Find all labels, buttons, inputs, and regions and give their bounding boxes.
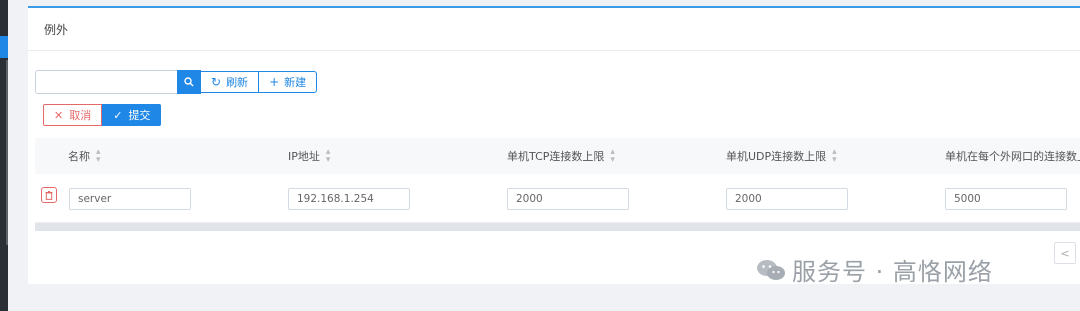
panel-title: 例外 [44, 22, 69, 37]
name-field[interactable]: server [69, 188, 191, 210]
horizontal-scrollbar[interactable] [35, 223, 1080, 231]
column-header-name[interactable]: 名称 ▴ ▾ [68, 138, 101, 174]
nav-active-indicator [0, 36, 8, 58]
delete-row-button[interactable] [41, 187, 57, 203]
column-header-tcp-limit[interactable]: 单机TCP连接数上限 ▴ ▾ [507, 138, 615, 174]
column-header-udp-limit[interactable]: 单机UDP连接数上限 ▴ ▾ [726, 138, 837, 174]
edit-actions: ✕ 取消 ✓ 提交 [43, 104, 162, 126]
refresh-button[interactable]: ↻ 刷新 [201, 71, 260, 93]
chevron-left-icon: < [1060, 246, 1070, 260]
refresh-icon: ↻ [211, 75, 222, 89]
prev-page-button[interactable]: < [1054, 242, 1076, 264]
check-icon: ✓ [113, 108, 123, 122]
sort-icon[interactable]: ▴ ▾ [96, 148, 101, 165]
table-header: 名称 ▴ ▾ IP地址 ▴ ▾ 单机TCP连接数上限 ▴ ▾ 单机UDP连接数上限 ▴… [35, 138, 1080, 174]
submit-label: 提交 [128, 109, 151, 122]
search-icon [184, 77, 194, 87]
sort-icon[interactable]: ▴ ▾ [610, 148, 615, 165]
exception-panel: 例外 ↻ 刷新 + 新建 ✕ 取消 ✓ 提交 名称 ▴ ▾ IP地址 ▴ ▾ 单… [28, 6, 1080, 287]
new-button[interactable]: + 新建 [259, 71, 318, 93]
trash-icon [45, 190, 53, 200]
exception-table: 名称 ▴ ▾ IP地址 ▴ ▾ 单机TCP连接数上限 ▴ ▾ 单机UDP连接数上限 ▴… [35, 138, 1080, 231]
column-header-ip[interactable]: IP地址 ▴ ▾ [288, 138, 330, 174]
udp-limit-field[interactable]: 2000 [726, 188, 848, 210]
sort-icon[interactable]: ▴ ▾ [326, 148, 331, 165]
page-gutter [8, 0, 28, 311]
refresh-label: 刷新 [226, 76, 249, 89]
close-icon: ✕ [54, 108, 64, 122]
table-row: server 192.168.1.254 2000 2000 5000 [35, 174, 1080, 223]
search-button[interactable] [177, 70, 201, 94]
per-wan-limit-field[interactable]: 5000 [945, 188, 1067, 210]
sort-icon[interactable]: ▴ ▾ [832, 148, 837, 165]
panel-header: 例外 [28, 8, 1080, 51]
wechat-logo-icon [757, 259, 785, 280]
search-input[interactable] [35, 70, 177, 94]
tcp-limit-field[interactable]: 2000 [507, 188, 629, 210]
left-nav-rail [0, 0, 8, 311]
watermark: 服务号 · 高恪网络 [756, 252, 993, 287]
ip-address-field[interactable]: 192.168.1.254 [288, 188, 410, 210]
cancel-button[interactable]: ✕ 取消 [43, 104, 103, 126]
watermark-text: 服务号 · 高恪网络 [792, 258, 993, 286]
submit-button[interactable]: ✓ 提交 [102, 104, 162, 126]
cancel-label: 取消 [69, 109, 92, 122]
plus-icon: + [269, 75, 280, 89]
toolbar: ↻ 刷新 + 新建 [35, 70, 318, 94]
column-header-per-wan-limit[interactable]: 单机在每个外网口的连接数上限 [945, 138, 1080, 174]
new-label: 新建 [284, 76, 307, 89]
